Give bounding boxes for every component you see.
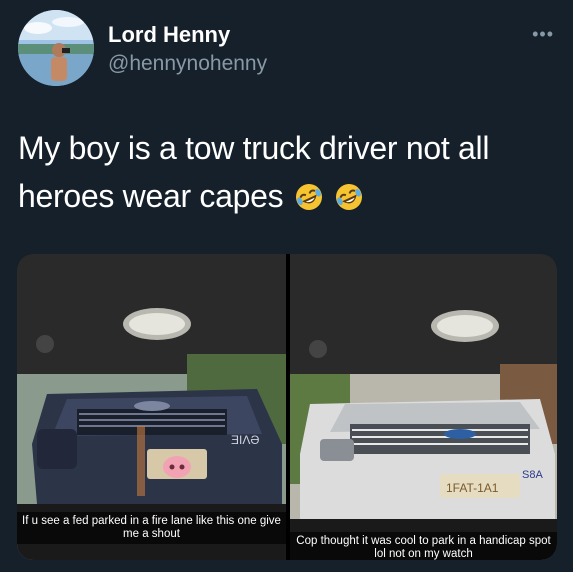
more-options-icon[interactable]: ••• [532, 24, 554, 45]
rolling-on-the-floor-laughing-icon [336, 184, 363, 210]
photo-right[interactable]: 1FAT-1A1 S8A Cop thought it was cool to … [290, 254, 557, 560]
tow-truck-cop-car-image: 1FAT-1A1 S8A [290, 254, 557, 560]
plate-text-right: 1FAT-1A1 [446, 481, 499, 495]
display-name[interactable]: Lord Henny [108, 22, 230, 48]
user-handle[interactable]: @hennynohenny [108, 52, 267, 76]
tweet-text: My boy is a tow truck driver not all her… [18, 124, 558, 220]
tweet-media[interactable]: ƎIΛƏ If u see a fed parked in a fire lan… [17, 254, 557, 560]
photo-left[interactable]: ƎIΛƏ If u see a fed parked in a fire lan… [17, 254, 286, 560]
photo-caption-right: Cop thought it was cool to park in a han… [290, 532, 557, 560]
tweet-body: My boy is a tow truck driver not all her… [18, 130, 490, 214]
plate-text-left: ƎIΛƏ [231, 433, 259, 447]
avatar[interactable] [18, 10, 94, 86]
avatar-image [18, 10, 94, 86]
photo-caption-left: If u see a fed parked in a fire lane lik… [17, 512, 286, 544]
tweet-header: Lord Henny @hennynohenny ••• [18, 10, 558, 90]
plate-tag-right: S8A [522, 469, 543, 481]
rolling-on-the-floor-laughing-icon [295, 184, 322, 210]
